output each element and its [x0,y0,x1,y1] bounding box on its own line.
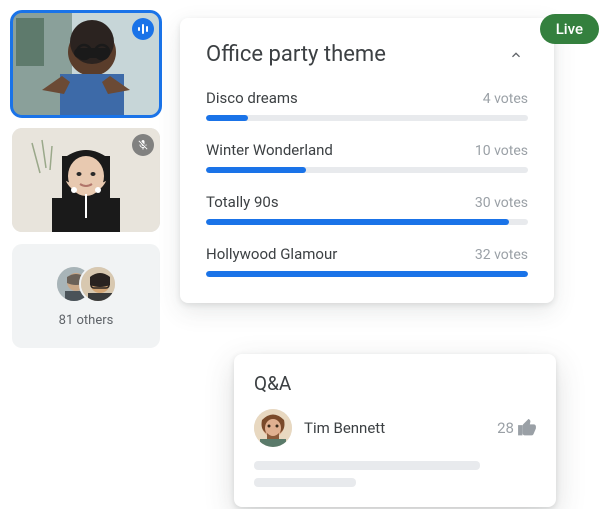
others-tile[interactable]: 81 others [12,244,160,348]
poll-header: Office party theme [206,42,528,67]
poll-option-votes: 30 votes [475,195,528,211]
poll-options: Disco dreams 4 votes Winter Wonderland 10 v… [206,89,528,277]
chevron-up-icon[interactable] [504,43,528,67]
poll-option[interactable]: Disco dreams 4 votes [206,89,528,121]
others-count-label: 81 others [59,313,114,328]
poll-option[interactable]: Winter Wonderland 10 votes [206,141,528,173]
poll-progress-fill [206,219,509,225]
poll-progress-fill [206,115,248,121]
placeholder-line [254,461,480,470]
qa-upvote[interactable]: 28 [497,419,536,437]
participants-column: 81 others [12,12,160,348]
speaking-indicator-icon [132,18,154,40]
poll-progress-track [206,115,528,121]
poll-progress-track [206,271,528,277]
avatar-small-2 [79,265,117,303]
poll-option[interactable]: Totally 90s 30 votes [206,193,528,225]
poll-option-votes: 10 votes [475,143,528,159]
qa-title: Q&A [254,372,536,395]
thumbs-up-icon [518,419,536,437]
poll-progress-fill [206,167,306,173]
poll-title: Office party theme [206,42,386,67]
poll-card: Office party theme Disco dreams 4 votes Wi… [180,18,554,303]
poll-option-label: Winter Wonderland [206,141,333,159]
poll-progress-fill [206,271,528,277]
others-avatars [55,265,117,305]
qa-entry[interactable]: Tim Bennett 28 [254,409,536,447]
qa-asker-name: Tim Bennett [304,419,485,437]
poll-option[interactable]: Hollywood Glamour 32 votes [206,245,528,277]
poll-progress-track [206,219,528,225]
poll-option-votes: 4 votes [483,91,528,107]
qa-avatar [254,409,292,447]
participant-tile-2[interactable] [12,128,160,232]
poll-option-label: Disco dreams [206,89,298,107]
mic-muted-icon [132,134,154,156]
qa-question-placeholder [254,461,536,487]
poll-option-label: Hollywood Glamour [206,245,337,263]
poll-option-votes: 32 votes [475,247,528,263]
placeholder-line [254,478,356,487]
poll-progress-track [206,167,528,173]
qa-upvote-count: 28 [497,419,514,437]
poll-option-label: Totally 90s [206,193,279,211]
qa-card: Q&A Tim Bennett 28 [234,354,556,507]
participant-tile-1[interactable] [12,12,160,116]
live-badge: Live [540,14,599,44]
